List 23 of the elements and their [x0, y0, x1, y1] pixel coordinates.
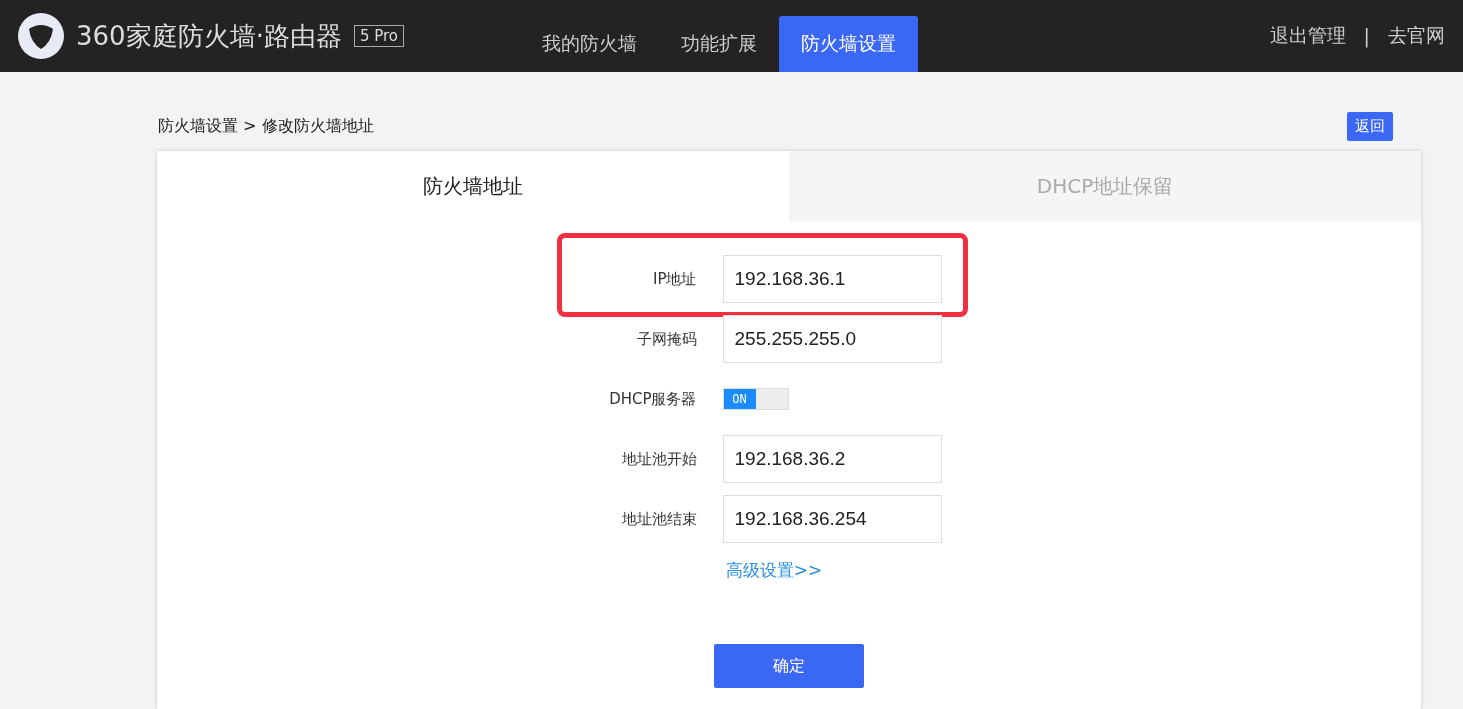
confirm-button[interactable]: 确定	[714, 644, 864, 688]
field-label: 地址池结束	[620, 509, 697, 529]
input-field[interactable]: 192.168.36.1	[722, 255, 942, 303]
field-label: 地址池开始	[620, 449, 697, 469]
logout-link[interactable]: 退出管理	[1269, 23, 1346, 49]
shield-logo-icon	[18, 13, 64, 59]
separator: |	[1363, 25, 1370, 47]
tab[interactable]: 防火墙地址	[157, 151, 789, 221]
nav-tab[interactable]: 我的防火墙	[520, 16, 659, 72]
website-link[interactable]: 去官网	[1388, 23, 1445, 49]
field-label: IP地址	[652, 269, 697, 289]
input-field[interactable]: 192.168.36.254	[722, 495, 942, 543]
breadcrumb: 防火墙设置 > 修改防火墙地址	[158, 116, 374, 137]
advanced-settings-link[interactable]: 高级设置>>	[725, 559, 823, 582]
brand-name: 360家庭防火墙·路由器	[76, 19, 342, 53]
nav-tab[interactable]: 功能扩展	[659, 16, 779, 72]
back-button[interactable]: 返回	[1347, 112, 1393, 141]
input-field[interactable]: 192.168.36.2	[722, 435, 942, 483]
nav-tab[interactable]: 防火墙设置	[779, 16, 918, 72]
model-badge: 5 Pro	[353, 25, 404, 47]
field-label: 子网掩码	[635, 329, 697, 349]
field-label: DHCP服务器	[608, 389, 697, 409]
input-field[interactable]: 255.255.255.0	[722, 315, 942, 363]
